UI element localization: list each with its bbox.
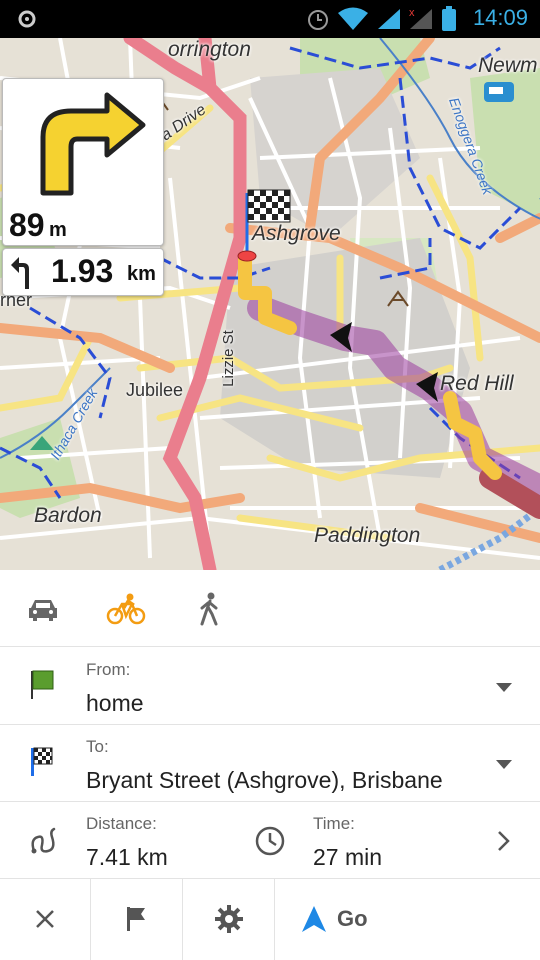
go-label: Go xyxy=(337,906,368,931)
chevron-down-icon[interactable] xyxy=(496,683,512,692)
map-view[interactable]: orrington Newm acia Drive Ashgrove rner … xyxy=(0,38,540,570)
time-label: Time: xyxy=(313,814,355,833)
action-bar: Go xyxy=(0,878,540,960)
mode-car[interactable] xyxy=(18,584,68,634)
route-panel: From: home To: Bryant Street (Ashgrove),… xyxy=(0,570,540,960)
from-row[interactable]: From: home xyxy=(0,647,540,725)
route-stats-row[interactable]: Distance: 7.41 km Time: 27 min xyxy=(0,801,540,879)
turn-left-arrow-icon xyxy=(11,257,29,289)
turn-right-arrow-icon xyxy=(40,92,146,196)
map-label-street: Lizzie St xyxy=(219,330,237,387)
from-label: From: xyxy=(86,660,131,679)
map-label-place: Bardon xyxy=(34,504,102,527)
map-label-place: Paddington xyxy=(314,524,421,547)
next-turn-distance-unit: km xyxy=(127,263,156,285)
signal-icon xyxy=(378,9,400,29)
map-label-place: orrington xyxy=(168,38,251,61)
map-label-place: Ashgrove xyxy=(252,222,341,245)
time-value: 27 min xyxy=(313,844,383,870)
map-label-place: Jubilee xyxy=(126,380,184,400)
svg-text:x: x xyxy=(409,7,415,19)
go-button[interactable]: Go xyxy=(275,878,540,960)
next-turn-card[interactable]: 1.93 km xyxy=(2,248,164,296)
caravan-park-icon xyxy=(484,82,514,102)
flag-icon xyxy=(126,907,145,931)
to-row[interactable]: To: Bryant Street (Ashgrove), Brisbane xyxy=(0,724,540,802)
walk-icon xyxy=(200,592,218,626)
turn-instruction-card[interactable]: 89 m xyxy=(2,78,164,246)
status-bar: x 14:09 xyxy=(0,0,540,38)
from-value[interactable]: home xyxy=(86,690,144,717)
transport-modes xyxy=(0,570,540,647)
map-label-place: Red Hill xyxy=(440,372,514,395)
gear-icon xyxy=(214,905,243,933)
chevron-down-icon[interactable] xyxy=(496,760,512,769)
no-signal-icon: x xyxy=(409,7,432,29)
close-icon xyxy=(36,910,54,928)
checkered-flag-icon xyxy=(31,747,53,776)
wifi-icon xyxy=(338,7,368,30)
alarm-icon xyxy=(308,10,328,30)
green-flag-icon xyxy=(31,670,54,699)
mode-walk[interactable] xyxy=(184,584,234,634)
clock: 14:09 xyxy=(472,5,528,30)
battery-icon xyxy=(442,6,456,31)
map-label-place: Newm xyxy=(478,54,538,77)
turn-distance-value: 89 xyxy=(9,207,45,243)
app-icon xyxy=(18,10,36,28)
car-icon xyxy=(29,600,57,621)
navigation-arrow-icon xyxy=(302,906,326,932)
distance-label: Distance: xyxy=(86,814,157,833)
next-turn-distance-value: 1.93 xyxy=(51,253,114,289)
to-label: To: xyxy=(86,737,109,756)
chevron-right-icon[interactable] xyxy=(496,830,512,852)
turn-distance-unit: m xyxy=(49,219,67,241)
route-distance-icon xyxy=(31,827,56,854)
bicycle-icon xyxy=(106,593,146,625)
waypoints-button[interactable] xyxy=(91,878,183,960)
close-button[interactable] xyxy=(0,878,91,960)
to-value[interactable]: Bryant Street (Ashgrove), Brisbane xyxy=(86,767,443,794)
mode-bicycle[interactable] xyxy=(101,584,151,634)
clock-icon xyxy=(255,826,285,856)
distance-value: 7.41 km xyxy=(86,844,168,870)
settings-button[interactable] xyxy=(183,878,275,960)
